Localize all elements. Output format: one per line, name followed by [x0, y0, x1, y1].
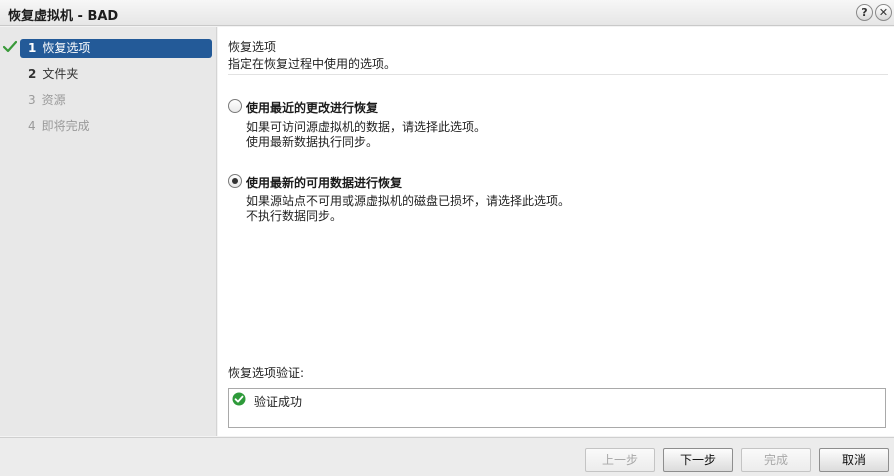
sidebar-step-recovery-options[interactable]: 1 恢复选项 [20, 39, 212, 58]
step-complete-check-icon [3, 40, 17, 53]
step-number: 1 [28, 41, 37, 55]
validation-box: 验证成功 [228, 388, 886, 428]
validation-status: 验证成功 [254, 395, 303, 409]
window-title: 恢复虚拟机 - BAD [8, 9, 119, 24]
next-button[interactable]: 下一步 [663, 448, 733, 472]
step-number: 2 [28, 67, 37, 81]
wizard-steps-sidebar: 1 恢复选项 2 文件夹 3 资源 4 即将完成 [0, 27, 217, 436]
step-number: 3 [28, 93, 36, 107]
step-number: 4 [28, 119, 36, 133]
title-bar: 恢复虚拟机 - BAD ? ✕ [0, 0, 894, 26]
finish-button[interactable]: 完成 [741, 448, 811, 472]
wizard-footer: 上一步 下一步 完成 取消 [0, 437, 894, 476]
main-content: 恢复选项 指定在恢复过程中使用的选项。 使用最近的更改进行恢复 如果可访问源虚拟… [218, 27, 894, 436]
sidebar-step-resources: 3 资源 [20, 91, 212, 110]
help-icon[interactable]: ? [856, 4, 873, 21]
success-check-icon [232, 392, 246, 406]
step-label: 恢复选项 [42, 41, 91, 55]
back-button[interactable]: 上一步 [585, 448, 655, 472]
validation-label: 恢复选项验证: [228, 366, 305, 380]
close-icon[interactable]: ✕ [875, 4, 892, 21]
sidebar-step-ready-to-complete: 4 即将完成 [20, 117, 212, 136]
header-divider [228, 74, 888, 75]
step-label: 即将完成 [41, 119, 90, 133]
latest-available-data-radio[interactable] [228, 174, 242, 188]
step-label: 资源 [41, 93, 66, 107]
recent-changes-radio[interactable] [228, 99, 242, 113]
step-label: 文件夹 [42, 67, 79, 81]
page-description: 指定在恢复过程中使用的选项。 [228, 57, 397, 71]
latest-available-data-option-desc: 如果源站点不可用或源虚拟机的磁盘已损坏，请选择此选项。 [246, 194, 571, 208]
page-title: 恢复选项 [228, 40, 277, 54]
recent-changes-option-label[interactable]: 使用最近的更改进行恢复 [246, 99, 378, 116]
cancel-button[interactable]: 取消 [819, 448, 889, 472]
latest-available-data-option-label[interactable]: 使用最新的可用数据进行恢复 [246, 174, 402, 191]
recent-changes-option-desc: 如果可访问源虚拟机的数据，请选择此选项。 [246, 120, 487, 134]
latest-available-data-option-desc-2: 不执行数据同步。 [246, 209, 343, 223]
recent-changes-option-desc-2: 使用最新数据执行同步。 [246, 135, 379, 149]
sidebar-step-folder[interactable]: 2 文件夹 [20, 65, 212, 84]
